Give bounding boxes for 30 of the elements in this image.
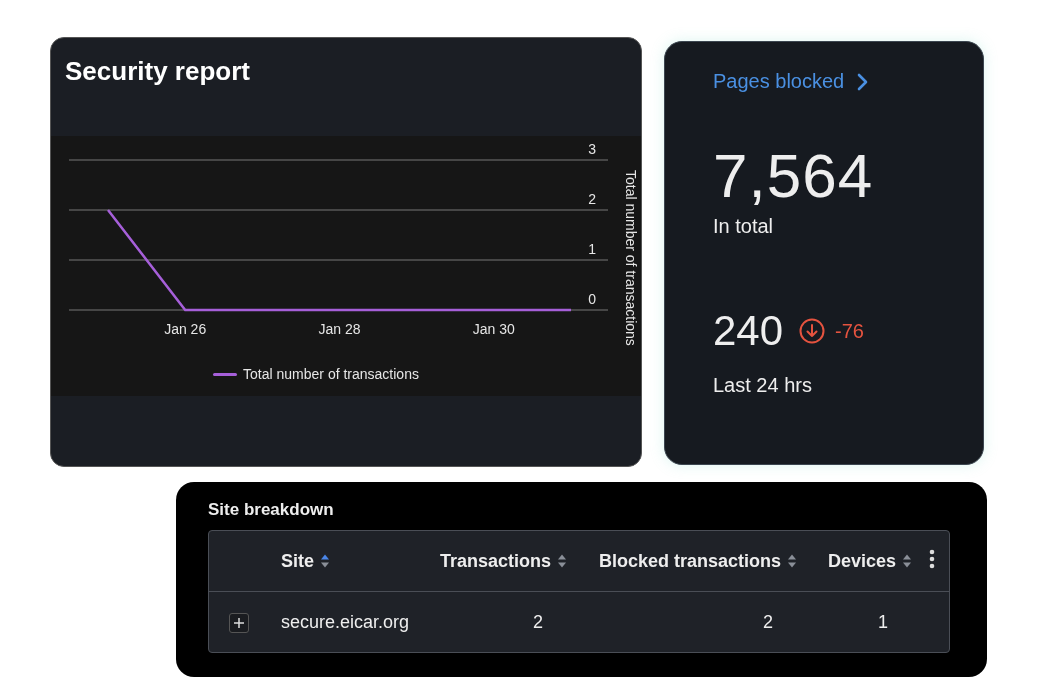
change-value: -76 [835,319,864,343]
column-header[interactable]: Devices [799,531,914,592]
plus-icon [233,616,245,629]
x-tick-label: Jan 28 [318,321,361,337]
table-cell: 2 [569,591,799,652]
table-cell: secure.eicar.org [259,591,409,652]
more-options-icon[interactable] [929,548,935,569]
section-title: Site breakdown [208,500,335,520]
legend-label: Total number of transactions [243,366,419,382]
y-tick-label: 1 [588,241,596,257]
total-count: 7,564 [713,145,875,207]
pages-blocked-link[interactable]: Pages blocked [713,70,869,93]
card-title: Security report [64,55,251,88]
column-header[interactable]: Transactions [409,531,569,592]
column-header[interactable]: Blocked transactions [569,531,799,592]
x-tick-label: Jan 26 [164,321,207,337]
column-header[interactable]: Site [259,531,409,592]
x-tick-label: Jan 30 [472,321,515,337]
y-axis-label: Total number of transactions [623,170,639,346]
table-cell: 1 [799,591,914,652]
y-tick-label: 2 [588,191,596,207]
total-label: In total [713,215,775,238]
y-tick-label: 0 [588,291,596,307]
y-tick-label: 3 [588,141,596,157]
recent-label: Last 24 hrs [713,374,813,397]
legend-swatch [213,372,238,376]
recent-count: 240 [713,310,784,352]
chevron-right-icon [856,72,869,91]
table-cell: 2 [409,591,569,652]
expand-button[interactable] [229,612,249,633]
